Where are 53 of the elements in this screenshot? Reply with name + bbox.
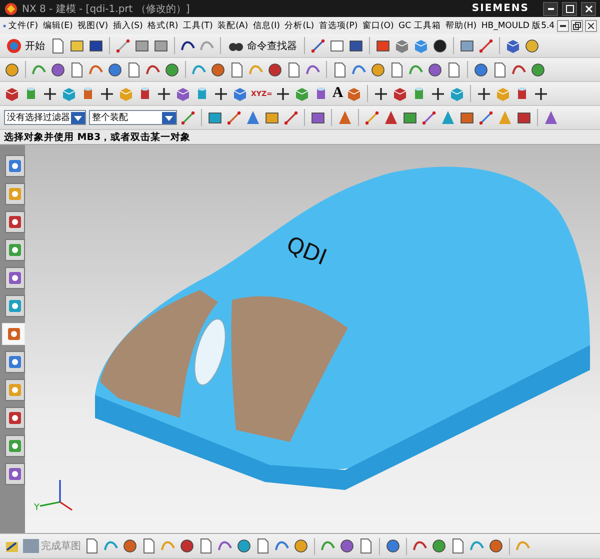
caret-icon bbox=[71, 112, 85, 124]
resource-tab[interactable] bbox=[5, 463, 25, 485]
minimize-icon bbox=[560, 24, 566, 26]
resource-tab[interactable] bbox=[5, 351, 25, 373]
resource-tab[interactable] bbox=[5, 155, 25, 177]
menu-item[interactable]: 视图(V) bbox=[75, 20, 110, 32]
menu-item[interactable]: 帮助(H) bbox=[443, 20, 479, 32]
command-finder-button[interactable]: 命令查找器 bbox=[226, 36, 299, 56]
start-button[interactable]: 开始 bbox=[4, 36, 47, 56]
new-document-icon[interactable] bbox=[50, 38, 66, 54]
window-title: NX 8 - 建模 - [qdi-1.prt （修改的）] bbox=[22, 2, 191, 16]
model-logo-text: QDI bbox=[282, 232, 330, 271]
close-icon bbox=[588, 22, 594, 28]
status-text: 选择对象并使用 MB3，或者双击某一对象 bbox=[4, 130, 191, 144]
resource-tab[interactable] bbox=[5, 183, 25, 205]
maximize-icon bbox=[566, 4, 574, 12]
resource-tab[interactable] bbox=[5, 407, 25, 429]
close-icon bbox=[584, 4, 592, 12]
minimize-button[interactable] bbox=[543, 2, 558, 16]
restore-icon bbox=[573, 22, 581, 30]
menu-item[interactable]: 装配(A) bbox=[215, 20, 250, 32]
caret-icon bbox=[162, 112, 176, 124]
axis-triad-drawing bbox=[40, 480, 72, 511]
maximize-button[interactable] bbox=[562, 2, 577, 16]
resource-tab[interactable] bbox=[5, 435, 25, 457]
menu-item[interactable]: HB_MOULD 版5.4 bbox=[478, 20, 557, 32]
menu-item[interactable]: 编辑(E) bbox=[40, 20, 76, 32]
menu-item[interactable]: 文件(F) bbox=[6, 20, 40, 32]
start-logo-icon bbox=[6, 38, 22, 54]
resource-tab[interactable] bbox=[5, 211, 25, 233]
menu-item[interactable]: 插入(S) bbox=[110, 20, 146, 32]
text-icon[interactable]: A bbox=[332, 85, 344, 102]
resource-tab[interactable] bbox=[5, 239, 25, 261]
filter-dropdown[interactable]: 没有选择过滤器 bbox=[4, 110, 86, 125]
resource-tab[interactable] bbox=[5, 267, 25, 289]
menu-item[interactable]: 分析(L) bbox=[282, 20, 316, 32]
resource-tab[interactable] bbox=[5, 379, 25, 401]
app-logo-icon bbox=[4, 2, 18, 16]
menu-item[interactable]: 格式(R) bbox=[145, 20, 181, 32]
restore-button[interactable] bbox=[571, 20, 583, 32]
menu-item[interactable]: 窗口(O) bbox=[360, 20, 396, 32]
axis-label: Y bbox=[34, 503, 40, 513]
menu-item[interactable]: 信息(I) bbox=[250, 20, 282, 32]
close-button[interactable] bbox=[585, 20, 597, 32]
close-button[interactable] bbox=[581, 2, 596, 16]
menu-item[interactable]: 工具(T) bbox=[180, 20, 216, 32]
minimize-button[interactable] bbox=[557, 20, 569, 32]
resource-tab[interactable] bbox=[5, 295, 25, 317]
menu-item[interactable]: 首选项(P) bbox=[316, 20, 360, 32]
minimize-icon bbox=[548, 8, 554, 10]
filter-dropdown[interactable]: 整个装配 bbox=[89, 110, 177, 125]
menu-item[interactable]: GC 工具箱 bbox=[396, 20, 444, 32]
brand-label: SIEMENS bbox=[472, 3, 529, 14]
